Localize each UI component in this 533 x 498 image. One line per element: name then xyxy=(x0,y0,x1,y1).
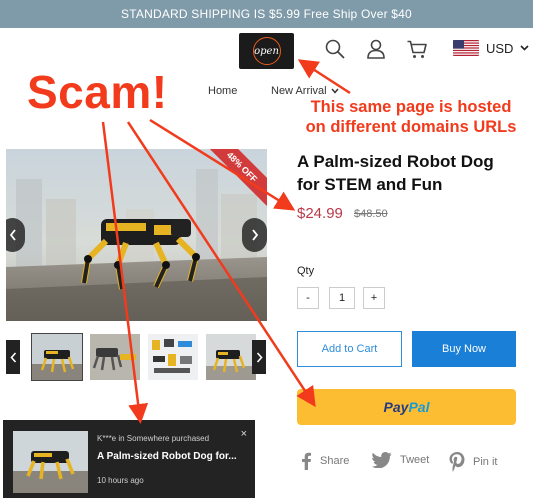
nav-item-home[interactable]: Home xyxy=(208,85,237,97)
share-label: Pin it xyxy=(473,456,498,468)
popup-close-button[interactable]: × xyxy=(241,428,247,440)
nav-label: New Arrival xyxy=(271,85,327,97)
add-to-cart-button[interactable]: Add to Cart xyxy=(297,331,402,367)
thumbnail-4[interactable] xyxy=(206,334,256,380)
us-flag-icon xyxy=(453,40,479,56)
popup-product-image xyxy=(13,431,88,493)
thumbnail-1[interactable] xyxy=(31,333,83,381)
product-title: A Palm-sized Robot Dog for STEM and Fun xyxy=(297,150,527,196)
paypal-logo-part1: Pay xyxy=(383,399,409,415)
chevron-right-icon xyxy=(251,229,258,241)
title-line-1: A Palm-sized Robot Dog xyxy=(297,152,494,171)
note-line-1: This same page is hosted xyxy=(310,98,512,116)
chevron-left-icon xyxy=(9,229,16,241)
scam-annotation: Scam! xyxy=(27,66,168,118)
domains-annotation: This same page is hosted on different do… xyxy=(291,97,531,137)
popup-time-ago: 10 hours ago xyxy=(97,476,144,485)
carousel-prev-button[interactable] xyxy=(6,218,25,252)
twitter-icon xyxy=(372,452,392,468)
pinterest-icon xyxy=(449,452,465,472)
chevron-down-icon xyxy=(331,88,339,94)
share-facebook[interactable]: Share xyxy=(300,452,349,470)
account-icon[interactable] xyxy=(365,38,387,60)
cart-icon[interactable] xyxy=(406,38,428,60)
thumbnail-3[interactable] xyxy=(148,334,198,380)
popup-buyer-text: K***e in Somewhere purchased xyxy=(97,434,210,443)
currency-code: USD xyxy=(486,40,514,56)
sale-price: $24.99 xyxy=(297,205,343,222)
share-pinterest[interactable]: Pin it xyxy=(449,452,497,472)
store-logo[interactable]: open xyxy=(239,33,294,69)
recent-purchase-popup[interactable]: × K***e in Somewhere purchased A Palm-si… xyxy=(3,420,255,498)
search-icon[interactable] xyxy=(324,38,346,60)
chevron-right-icon xyxy=(256,351,263,363)
thumbnail-2[interactable] xyxy=(90,334,140,380)
note-line-2: on different domains URLs xyxy=(305,118,517,136)
facebook-icon xyxy=(302,452,311,470)
qty-label: Qty xyxy=(297,265,315,277)
buy-now-button[interactable]: Buy Now xyxy=(412,331,516,367)
thumbnail-strip xyxy=(6,333,266,382)
share-label: Share xyxy=(320,455,350,467)
thumbnails-next-button[interactable] xyxy=(252,340,266,374)
product-main-image: 48% OFF xyxy=(6,149,267,321)
logo-mark: open xyxy=(252,37,281,65)
chevron-down-icon xyxy=(520,45,530,51)
carousel-next-button[interactable] xyxy=(242,218,267,252)
title-line-2: for STEM and Fun xyxy=(297,175,443,194)
paypal-button[interactable]: Pay Pal xyxy=(297,389,516,425)
announcement-bar: STANDARD SHIPPING IS $5.99 Free Ship Ove… xyxy=(0,0,533,28)
qty-increment-button[interactable]: + xyxy=(363,287,385,309)
currency-selector[interactable]: USD xyxy=(453,40,530,56)
share-twitter[interactable]: Tweet xyxy=(372,452,429,468)
logo-text: open xyxy=(254,45,279,57)
announcement-text: STANDARD SHIPPING IS $5.99 Free Ship Ove… xyxy=(121,7,412,21)
share-label: Tweet xyxy=(400,454,430,466)
qty-decrement-button[interactable]: - xyxy=(297,287,319,309)
compare-price: $48.50 xyxy=(354,208,388,220)
qty-input[interactable]: 1 xyxy=(329,287,355,309)
nav-label: Home xyxy=(208,85,238,97)
nav-item-new-arrival[interactable]: New Arrival xyxy=(271,85,339,97)
popup-product-name: A Palm-sized Robot Dog for... xyxy=(97,451,237,462)
paypal-logo-part2: Pal xyxy=(408,399,430,415)
